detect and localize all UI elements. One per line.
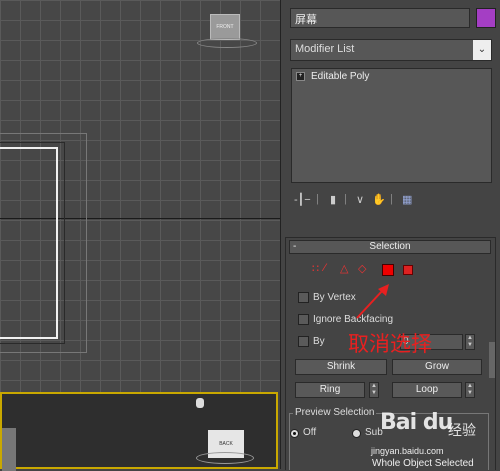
annotation-text: 取消选择	[348, 332, 432, 356]
watermark-url: jingyan.baidu.com	[371, 446, 444, 456]
baidu-logo: Bai du	[380, 410, 453, 435]
annotation-arrow	[356, 284, 389, 319]
watermark-text: 经验	[448, 423, 476, 439]
